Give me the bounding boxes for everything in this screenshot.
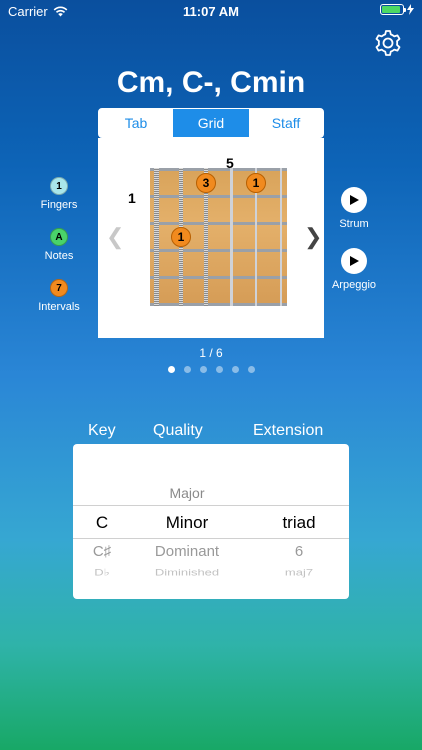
guitar-string [280, 168, 282, 306]
finger-marker: 1 [246, 172, 266, 193]
fingers-label: Fingers [40, 199, 78, 211]
tab-grid[interactable]: Grid [173, 109, 248, 137]
finger-marker: 1 [171, 226, 191, 247]
notes-toggle[interactable]: A Notes [36, 228, 82, 262]
fret-line [150, 222, 287, 225]
next-chord-button[interactable]: ❯ [304, 224, 322, 250]
fret-line [150, 249, 287, 252]
status-right [380, 4, 414, 15]
fret-line [150, 276, 287, 279]
fingers-toggle[interactable]: 1 Fingers [36, 177, 82, 211]
charging-icon [407, 4, 414, 15]
intervals-toggle[interactable]: 7 Intervals [34, 279, 84, 313]
intervals-badge: 7 [50, 279, 68, 297]
prev-chord-button[interactable]: ❮ [106, 224, 124, 250]
battery-fill [382, 6, 400, 13]
page-dots[interactable] [0, 366, 422, 373]
play-icon [341, 248, 367, 274]
picker-extension: 6 [294, 543, 304, 560]
gear-icon[interactable] [374, 29, 402, 57]
picker-extension: triad [282, 513, 316, 532]
picker-quality: Major [169, 485, 205, 501]
chord-title: Cm, C-, Cmin [116, 66, 306, 99]
quality-header: Quality [153, 422, 203, 439]
picker-quality: Dominant [154, 543, 220, 560]
fingers-badge: 1 [50, 177, 68, 195]
fretboard: 3 1 1 [150, 168, 287, 306]
picker-key: C♯ [92, 543, 112, 560]
notes-badge: A [50, 228, 68, 246]
strum-button[interactable]: Strum [332, 187, 376, 230]
strum-label: Strum [339, 218, 369, 230]
view-segmented-control: Tab Grid Staff [98, 108, 324, 138]
fret-line [150, 168, 287, 171]
page-dot[interactable] [247, 366, 255, 373]
picker-key: D♭ [94, 567, 110, 578]
chord-diagram-panel: ❮ ❯ 1 5 311 [98, 138, 324, 338]
fret-line [150, 303, 287, 306]
picker-quality: Minor [165, 513, 209, 532]
play-icon [341, 187, 367, 213]
chord-picker[interactable]: Major C Minor triad C♯ Dominant 6 D♭ Dim… [73, 444, 349, 599]
page-dot[interactable] [167, 366, 175, 373]
battery-icon [380, 4, 406, 15]
page-dot[interactable] [199, 366, 207, 373]
arpeggio-button[interactable]: Arpeggio [330, 248, 378, 291]
tab-tab[interactable]: Tab [99, 109, 173, 137]
page-dot[interactable] [215, 366, 223, 373]
extension-header: Extension [253, 422, 324, 439]
picker-key: C [95, 513, 109, 532]
guitar-string [229, 168, 233, 306]
arpeggio-label: Arpeggio [331, 279, 377, 291]
page-dot[interactable] [231, 366, 239, 373]
picker-quality: Diminished [154, 567, 220, 578]
page-count: 1 / 6 [199, 346, 223, 360]
guitar-string [153, 168, 159, 306]
tab-staff[interactable]: Staff [248, 109, 323, 137]
clock: 11:07 AM [183, 4, 239, 19]
notes-label: Notes [44, 250, 74, 262]
selection-line-top [73, 505, 349, 506]
selection-line-bottom [73, 538, 349, 539]
page-dot[interactable] [183, 366, 191, 373]
intervals-label: Intervals [38, 301, 80, 313]
start-fret-label: 1 [128, 190, 136, 206]
status-bar: Carrier 11:07 AM [0, 0, 422, 22]
finger-marker: 3 [196, 172, 216, 193]
picker-extension: maj7 [284, 567, 314, 578]
fret-line [150, 195, 287, 198]
key-header: Key [88, 422, 116, 439]
